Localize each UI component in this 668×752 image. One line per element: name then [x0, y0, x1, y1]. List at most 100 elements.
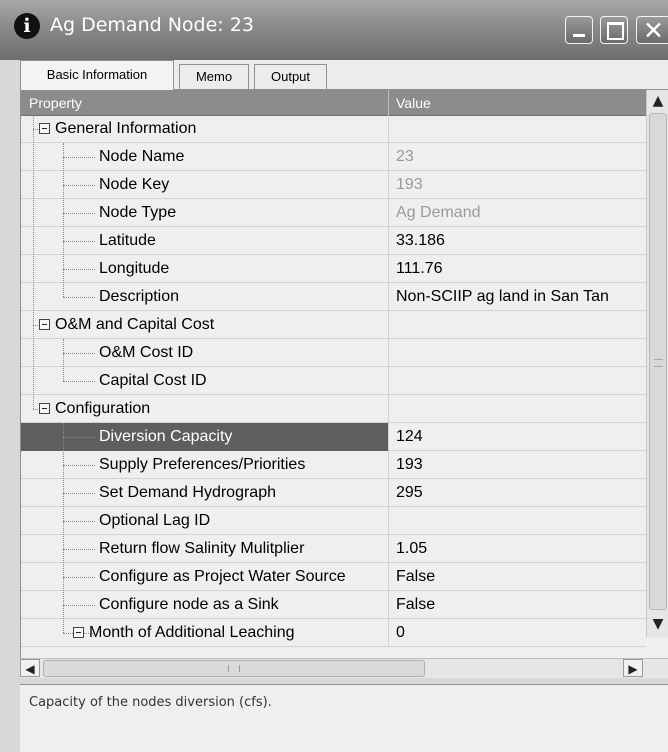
- scroll-right-icon[interactable]: ▶: [623, 659, 643, 677]
- header-property[interactable]: Property: [29, 95, 82, 111]
- property-label: Capital Cost ID: [99, 372, 207, 389]
- tree-connector: [63, 549, 95, 550]
- property-value[interactable]: 295: [396, 484, 646, 502]
- column-divider: [388, 227, 389, 255]
- column-divider: [388, 255, 389, 283]
- property-row[interactable]: Configure as Project Water Source False: [21, 563, 646, 591]
- tree-connector: [63, 521, 95, 522]
- property-row[interactable]: Node Name 23: [21, 143, 646, 171]
- info-icon: i: [14, 13, 40, 39]
- category-row[interactable]: General Information: [21, 115, 646, 143]
- property-grid: Property Value General Information Node N…: [20, 90, 668, 658]
- property-row[interactable]: Return flow Salinity Mulitplier 1.05: [21, 535, 646, 563]
- tree-guide: [63, 143, 64, 297]
- horizontal-scrollbar[interactable]: ◀ ▶: [20, 658, 668, 678]
- vertical-scroll-thumb[interactable]: [649, 113, 667, 610]
- tree-connector: [63, 465, 95, 466]
- tab-basic-information[interactable]: Basic Information: [20, 60, 174, 90]
- tree-guide: [63, 339, 64, 381]
- column-divider: [388, 535, 389, 563]
- collapse-icon[interactable]: [39, 403, 50, 414]
- property-row[interactable]: Longitude 111.76: [21, 255, 646, 283]
- grid-header: Property Value: [21, 90, 646, 116]
- tab-memo[interactable]: Memo: [179, 64, 249, 89]
- column-divider: [388, 367, 389, 395]
- scroll-grip-icon: [654, 359, 663, 367]
- property-row[interactable]: Latitude 33.186: [21, 227, 646, 255]
- property-row[interactable]: Configure node as a Sink False: [21, 591, 646, 619]
- tree-connector: [63, 353, 95, 354]
- column-divider: [388, 451, 389, 479]
- scroll-left-icon[interactable]: ◀: [20, 659, 40, 677]
- collapse-icon[interactable]: [39, 319, 50, 330]
- title-bar[interactable]: i Ag Demand Node: 23 ✕: [0, 0, 668, 60]
- tree-connector: [63, 493, 95, 494]
- scroll-grip-icon: [228, 665, 240, 672]
- column-divider: [388, 423, 389, 451]
- tree-connector: [63, 297, 95, 298]
- property-row[interactable]: Node Key 193: [21, 171, 646, 199]
- tree-connector: [63, 437, 95, 438]
- column-divider: [388, 591, 389, 619]
- column-divider: [388, 311, 389, 339]
- tab-strip: Basic Information Memo Output: [20, 60, 668, 90]
- scroll-down-icon[interactable]: ▼: [648, 614, 668, 634]
- horizontal-scroll-thumb[interactable]: [43, 660, 425, 677]
- property-label: O&M Cost ID: [99, 344, 194, 361]
- property-value[interactable]: 111.76: [396, 260, 646, 278]
- property-label: Node Type: [99, 204, 177, 221]
- property-value[interactable]: False: [396, 568, 646, 586]
- property-label: Month of Additional Leaching: [89, 624, 295, 641]
- property-value[interactable]: Non-SCIIP ag land in San Tan: [396, 288, 646, 306]
- property-row[interactable]: Description Non-SCIIP ag land in San Tan: [21, 283, 646, 311]
- property-row[interactable]: Month of Additional Leaching 0: [21, 619, 646, 647]
- close-button[interactable]: ✕: [636, 16, 668, 45]
- vertical-scrollbar[interactable]: ▲ ▼: [646, 90, 668, 637]
- tree-guide: [33, 115, 34, 409]
- property-value: 23: [396, 148, 414, 165]
- header-column-divider[interactable]: [388, 90, 389, 115]
- property-row[interactable]: Supply Preferences/Priorities 193: [21, 451, 646, 479]
- property-label: Description: [99, 288, 180, 305]
- scroll-up-icon[interactable]: ▲: [648, 91, 668, 111]
- property-value[interactable]: 1.05: [396, 540, 646, 558]
- tree-connector: [63, 241, 95, 242]
- property-label: Longitude: [99, 260, 170, 277]
- tree-connector: [63, 157, 95, 158]
- property-label: Node Name: [99, 148, 185, 165]
- tree-guide: [63, 423, 64, 633]
- property-label: Configure node as a Sink: [99, 596, 279, 613]
- property-row[interactable]: Capital Cost ID: [21, 367, 646, 395]
- property-value[interactable]: 193: [396, 456, 646, 474]
- property-label: Diversion Capacity: [99, 428, 233, 445]
- collapse-icon[interactable]: [39, 123, 50, 134]
- description-panel: Capacity of the nodes diversion (cfs).: [20, 684, 668, 752]
- column-divider: [388, 115, 389, 143]
- collapse-icon[interactable]: [73, 627, 84, 638]
- property-row[interactable]: Set Demand Hydrograph 295: [21, 479, 646, 507]
- property-label: Configure as Project Water Source: [99, 568, 346, 585]
- property-row[interactable]: O&M Cost ID: [21, 339, 646, 367]
- column-divider: [388, 619, 389, 647]
- minimize-button[interactable]: [565, 16, 593, 44]
- category-row[interactable]: Configuration: [21, 395, 646, 423]
- header-value[interactable]: Value: [396, 95, 431, 111]
- property-value: Ag Demand: [396, 204, 481, 221]
- property-value[interactable]: 0: [396, 624, 646, 642]
- category-row[interactable]: O&M and Capital Cost: [21, 311, 646, 339]
- column-divider: [388, 563, 389, 591]
- property-value[interactable]: 124: [396, 428, 646, 446]
- property-value[interactable]: False: [396, 596, 646, 614]
- maximize-button[interactable]: [600, 16, 628, 44]
- property-label: O&M and Capital Cost: [55, 316, 215, 333]
- property-row[interactable]: Diversion Capacity 124: [21, 423, 646, 451]
- tab-output[interactable]: Output: [254, 64, 327, 89]
- property-row[interactable]: Node Type Ag Demand: [21, 199, 646, 227]
- tree-connector: [63, 577, 95, 578]
- property-value[interactable]: 33.186: [396, 232, 646, 250]
- column-divider: [388, 479, 389, 507]
- property-row[interactable]: Optional Lag ID: [21, 507, 646, 535]
- window-title: Ag Demand Node: 23: [50, 14, 254, 36]
- property-label: Latitude: [99, 232, 156, 249]
- property-label: Node Key: [99, 176, 170, 193]
